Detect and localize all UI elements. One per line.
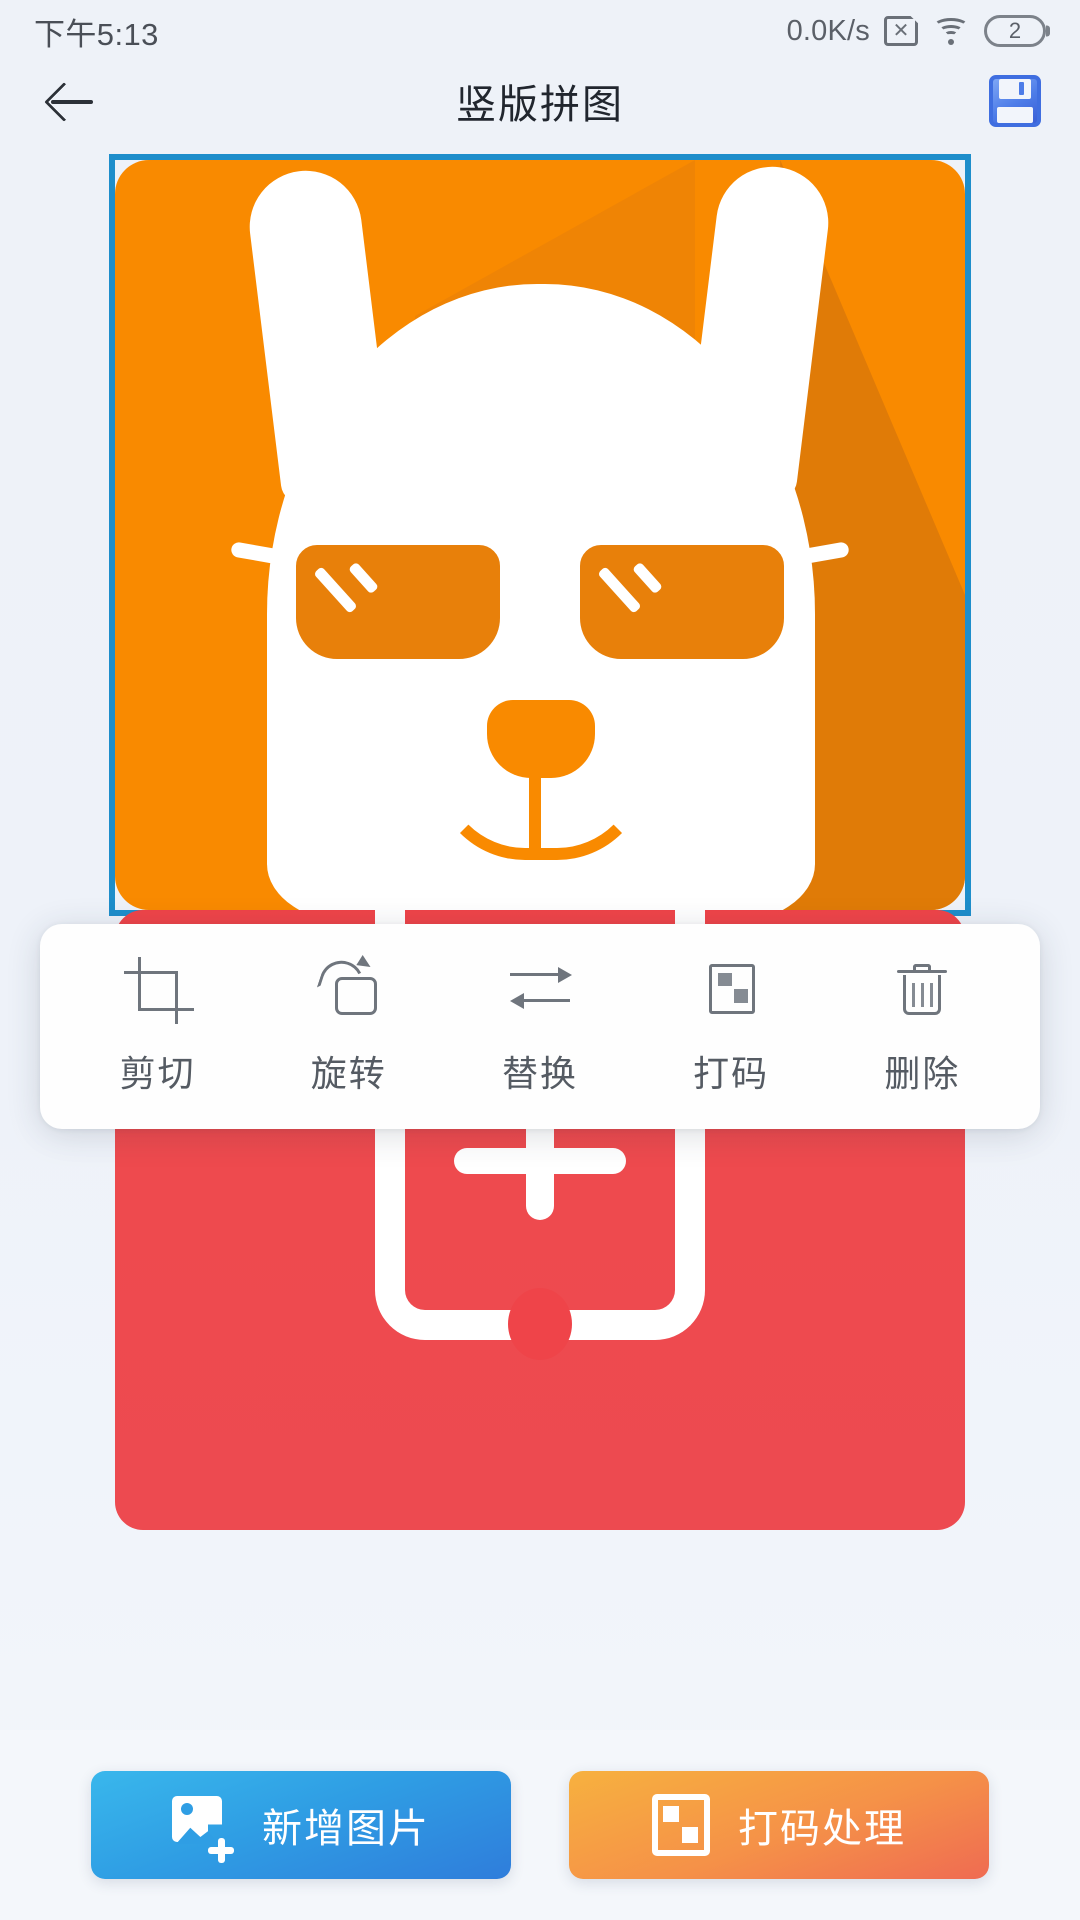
llama-sunglasses	[230, 532, 850, 682]
back-button[interactable]	[22, 62, 122, 140]
toolbar-item-mosaic[interactable]: 打码	[651, 957, 811, 1097]
floppy-save-icon	[989, 75, 1041, 127]
back-arrow-icon	[49, 81, 95, 121]
battery-level-text: 2	[1008, 18, 1022, 43]
battery-icon: 2	[984, 15, 1046, 47]
toolbar-item-mosaic-label: 打码	[693, 1052, 770, 1094]
network-speed-text: 0.0K/s	[786, 14, 870, 47]
status-bar-time: 下午5:13	[34, 16, 159, 52]
toolbar-item-rotate-label: 旋转	[310, 1052, 387, 1094]
wifi-icon	[932, 16, 970, 46]
toolbar-item-delete-label: 删除	[884, 1052, 961, 1094]
photo-context-toolbar: 剪切 旋转 替换 打码 删除	[40, 924, 1040, 1129]
app-root: 下午5:13 0.0K/s ✕ 2 竖版拼图 剪切 旋转 替换 打码 删除 新增…	[0, 0, 1080, 1920]
toolbar-item-replace[interactable]: 替换	[460, 957, 620, 1097]
mosaic-icon	[697, 957, 765, 1019]
toolbar-item-crop-label: 剪切	[119, 1052, 196, 1094]
app-header: 竖版拼图	[0, 62, 1080, 140]
bottom-action-bar: 新增图片 打码处理	[0, 1730, 1080, 1920]
mosaic-process-icon	[652, 1794, 710, 1856]
llama-app-icon	[115, 160, 965, 910]
toolbar-item-replace-label: 替换	[501, 1052, 578, 1094]
collage-photo-llama[interactable]	[109, 154, 971, 916]
rotate-icon	[315, 954, 383, 1019]
add-image-icon	[172, 1796, 234, 1863]
replace-icon	[506, 957, 574, 1019]
status-bar-indicators: 0.0K/s ✕ 2	[787, 15, 1046, 48]
add-image-button-label: 新增图片	[262, 1807, 430, 1851]
crop-icon	[123, 956, 194, 1024]
toolbar-item-crop[interactable]: 剪切	[78, 956, 238, 1097]
trash-icon	[888, 957, 956, 1019]
toolbar-item-rotate[interactable]: 旋转	[269, 954, 429, 1097]
mosaic-process-button-label: 打码处理	[738, 1807, 906, 1851]
mosaic-process-button[interactable]: 打码处理	[569, 1771, 989, 1879]
add-image-button[interactable]: 新增图片	[91, 1771, 511, 1879]
sim-card-disabled-icon: ✕	[884, 16, 918, 46]
toolbar-item-delete[interactable]: 删除	[842, 957, 1002, 1097]
status-bar: 下午5:13 0.0K/s ✕ 2	[0, 0, 1080, 62]
page-title: 竖版拼图	[456, 83, 624, 127]
save-button[interactable]	[984, 70, 1046, 132]
